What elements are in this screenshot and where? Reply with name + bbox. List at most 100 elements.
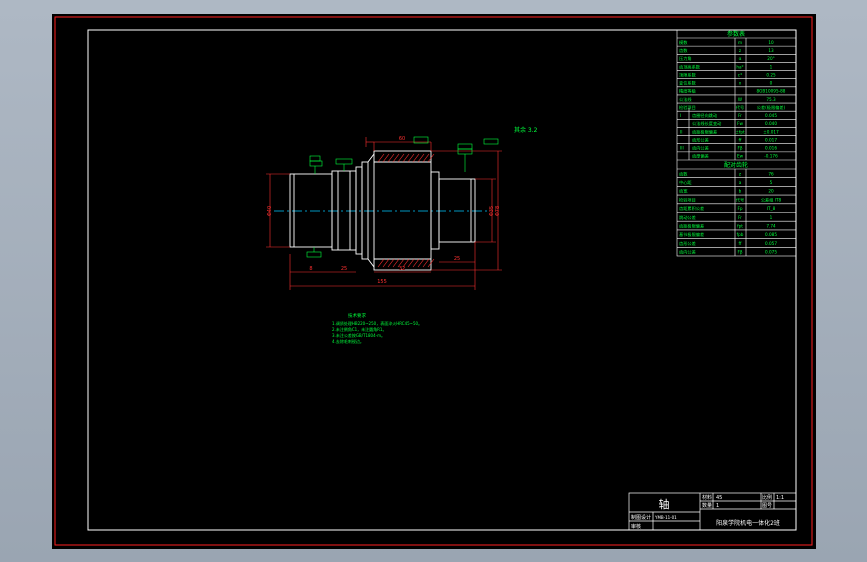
param-symbol: c* [738, 72, 742, 77]
mating-param-name: 齿向公差 [679, 249, 696, 256]
param-value: 0.016 [765, 146, 777, 151]
param-name: 变位系数 [679, 80, 697, 87]
hatch-line [422, 258, 430, 268]
school-name: 阳泉学院机电一体化2班 [716, 519, 780, 527]
hatch-line [387, 153, 395, 163]
dimension-lines [266, 137, 502, 290]
part-title: 轴 [659, 497, 670, 511]
hatch-line [402, 153, 410, 163]
left-journal [289, 173, 333, 248]
param-value: 0.25 [766, 72, 776, 77]
technical-requirements: 技术要求 1.调质处理HB220~250，表面淬火HRC45~50。 2.未注倒… [332, 312, 422, 344]
mating-param-symbol: Fp [737, 206, 742, 211]
hatch-line [422, 153, 430, 163]
hatch-line [377, 258, 385, 268]
requirement-line-2: 2.未注倒角C1，未注圆角R1。 [332, 326, 386, 332]
param-group: II [680, 129, 682, 134]
mating-param-value: 1 [770, 215, 773, 220]
cad-viewport[interactable]: 参数表 配对齿轮 模数 m 10 齿数 z 13 压力角 α 20° 齿顶高系数 ha* 1 顶隙系数 c… [0, 0, 867, 562]
param-symbol: Fw [737, 121, 743, 126]
mating-param-symbol: ff [739, 241, 742, 246]
mating-param-value: 公差组 IT8 [761, 196, 782, 202]
hatch-line [382, 153, 390, 163]
param-table-rows: 模数 m 10齿数 z 13压力角 α 20°齿顶高系数 ha* 1顶隙系数 c* 0.25变位系数… [679, 39, 786, 256]
mating-table-header: 配对齿轮 [724, 161, 748, 169]
dim-left-dia: Φ40 [267, 206, 273, 216]
param-group: I [680, 113, 681, 118]
hatch-line [412, 258, 420, 268]
param-name: 压力角 [679, 55, 692, 62]
dim-seg-4: 25 [454, 256, 460, 262]
param-name: 检验项目 [679, 104, 696, 111]
requirement-line-3: 3.未注公差按GB/T1804-m。 [332, 332, 385, 338]
scale-value: 1:1 [776, 495, 784, 501]
param-name: 齿形公差 [692, 136, 709, 143]
drawing-sheet[interactable]: 参数表 配对齿轮 模数 m 10 齿数 z 13 压力角 α 20° 齿顶高系数 ha* 1 顶隙系数 c… [52, 14, 816, 549]
hatch-line [382, 258, 390, 268]
hatch-line [392, 153, 400, 163]
mating-param-symbol: fpt [737, 223, 743, 228]
requirement-line-4: 4.去除毛刺锐边。 [332, 338, 364, 344]
param-value: 1 [770, 64, 773, 69]
param-symbol: ±fpt [735, 129, 745, 134]
param-symbol: x [739, 81, 742, 86]
param-name: 顶隙系数 [679, 71, 697, 78]
param-name: 精度等级 [679, 88, 697, 95]
param-value: 0.040 [765, 121, 777, 126]
mating-param-symbol: z [739, 171, 742, 176]
drawing-number: YMB-11-01 [654, 515, 677, 520]
gear-tooth-hatch [377, 153, 435, 268]
requirements-title: 技术要求 [348, 312, 366, 319]
mating-param-value: 7.74 [766, 223, 776, 228]
param-value: 10 [768, 40, 774, 45]
param-symbol: m [738, 40, 742, 45]
param-value: 75.3 [766, 97, 776, 102]
dim-seg-3: 32 [399, 266, 405, 272]
hatch-line [417, 153, 425, 163]
param-table-header: 参数表 [727, 30, 745, 38]
param-value: 0 [770, 81, 773, 86]
param-value: -0.176 [764, 154, 778, 159]
param-name: 公法线 [679, 96, 692, 103]
param-value: 0.045 [765, 113, 777, 118]
param-symbol: Ew [737, 154, 744, 159]
dim-seg-2: 25 [341, 266, 347, 272]
param-symbol: ha* [736, 64, 743, 69]
param-symbol: ff [739, 137, 742, 142]
mating-param-name: 中心距 [679, 179, 692, 186]
param-name: 齿顶高系数 [679, 63, 701, 70]
param-value: 公差(极限偏差) [757, 104, 786, 111]
param-name: 齿距极限偏差 [692, 128, 717, 135]
designer-label: 设计 [641, 514, 651, 521]
mating-param-name: 跳动公差 [679, 214, 696, 221]
param-name: 齿向公差 [692, 145, 709, 152]
param-symbol: W [738, 97, 742, 102]
drafter-label: 制图 [631, 514, 641, 521]
mating-param-value: 0.085 [765, 232, 777, 237]
mating-param-symbol: a [739, 180, 742, 185]
tolerance-callouts [306, 136, 499, 258]
material-label: 材料 [702, 494, 712, 501]
param-name: 模数 [679, 39, 688, 46]
quantity-value: 1 [716, 503, 719, 509]
param-name: 齿数 [679, 47, 688, 54]
dim-overall-length: 155 [377, 279, 387, 285]
mating-param-symbol: fpb [737, 232, 744, 237]
param-group: III [680, 146, 684, 151]
requirement-line-1: 1.调质处理HB220~250，表面淬火HRC45~50。 [332, 320, 422, 326]
param-value: ±0.017 [763, 129, 779, 134]
mating-param-value: 0.075 [765, 250, 777, 255]
dim-seg-1: 8 [309, 266, 312, 272]
param-value: 8GB10095-88 [757, 89, 786, 94]
mating-param-symbol: Fr [738, 215, 742, 220]
param-value: 13 [768, 48, 774, 53]
mating-param-value: 0.057 [765, 241, 777, 246]
param-name: 齿厚偏差 [692, 153, 709, 160]
checker-label: 审核 [631, 523, 641, 530]
paper-frame [54, 16, 813, 546]
scale-label: 比例 [762, 494, 772, 501]
mating-param-value: 76 [768, 171, 774, 176]
right-journal [438, 178, 476, 243]
hatch-line [387, 258, 395, 268]
drawing-canvas[interactable]: 参数表 配对齿轮 模数 m 10齿数 z 13压力角 α 20°齿顶高系数 ha* 1顶隙系数 c… [52, 14, 816, 549]
